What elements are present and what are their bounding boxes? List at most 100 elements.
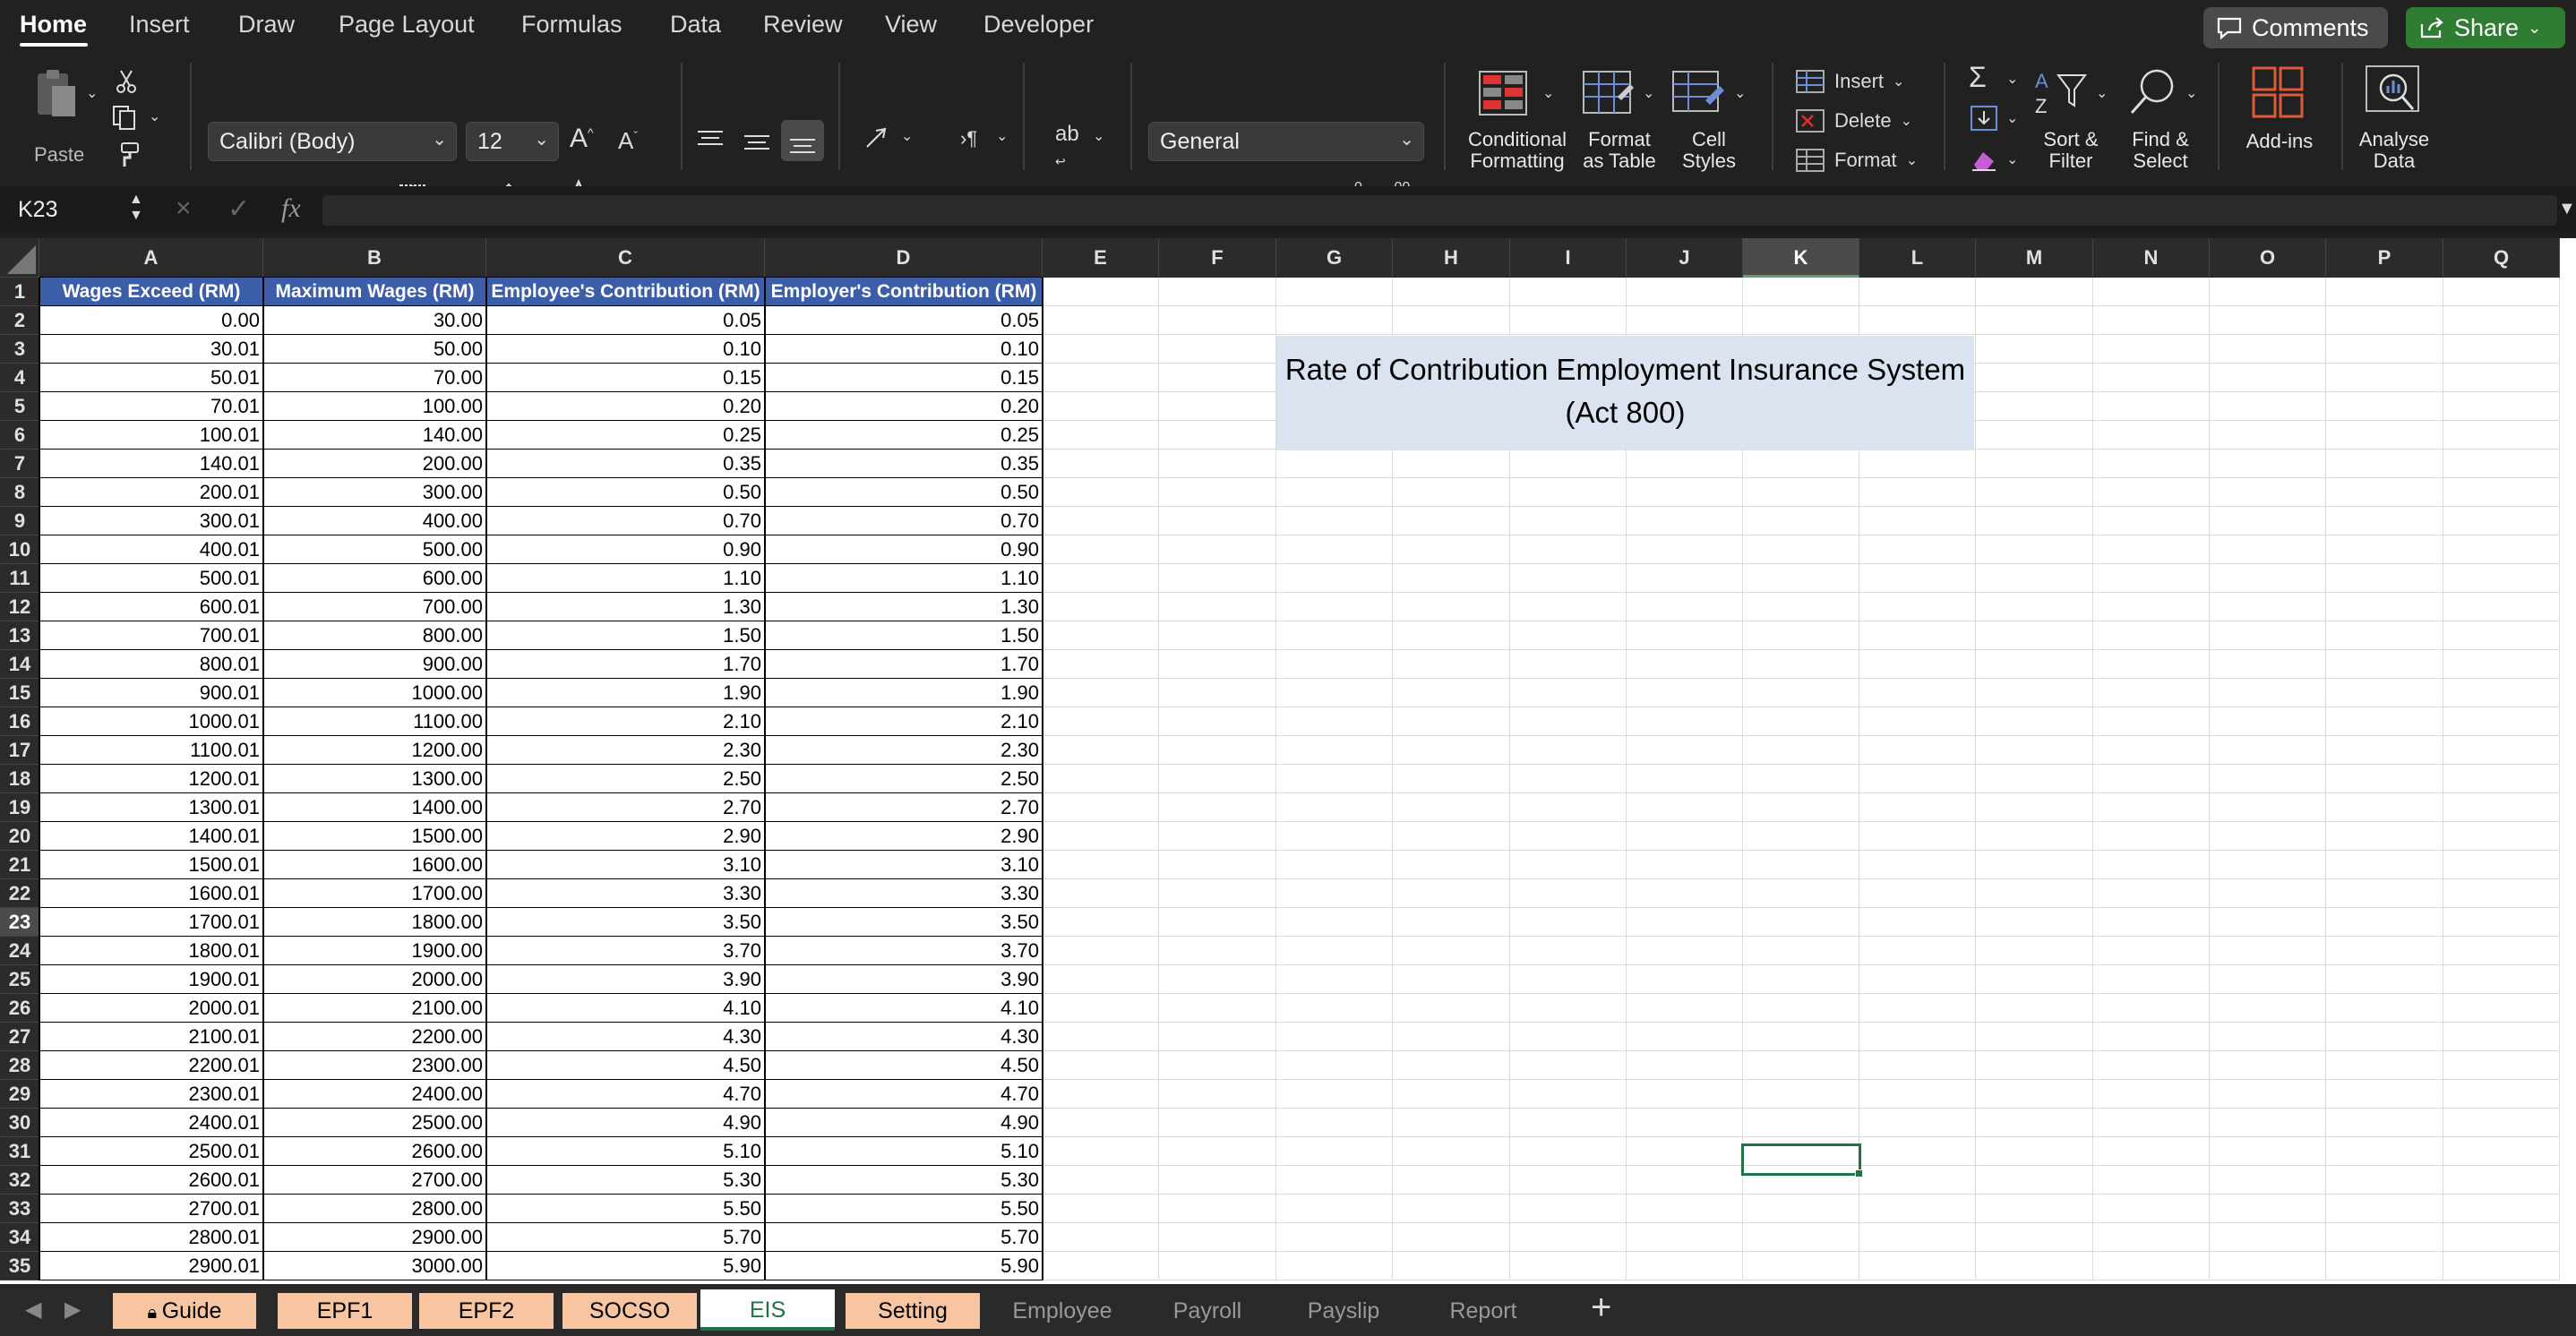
column-header-c[interactable]: C	[486, 238, 765, 278]
column-header-l[interactable]: L	[1859, 238, 1976, 278]
table-cell[interactable]: 5.10	[765, 1137, 1043, 1166]
column-header-m[interactable]: M	[1976, 238, 2093, 278]
table-cell[interactable]: 0.90	[765, 535, 1043, 564]
row-header[interactable]: 5	[0, 392, 39, 421]
share-button[interactable]: Share ⌄	[2406, 7, 2565, 48]
table-cell[interactable]: 4.30	[486, 1023, 765, 1051]
table-header-cell[interactable]: Employee's Contribution (RM)	[486, 278, 765, 306]
table-cell[interactable]: 0.70	[486, 507, 765, 535]
row-header[interactable]: 24	[0, 937, 39, 965]
table-header-cell[interactable]: Wages Exceed (RM)	[39, 278, 263, 306]
table-cell[interactable]: 300.00	[263, 478, 486, 507]
table-cell[interactable]: 1800.01	[39, 937, 263, 965]
table-cell[interactable]: 1300.01	[39, 793, 263, 822]
scroll-tabs-left-icon[interactable]: ◀	[25, 1297, 41, 1323]
fill-handle[interactable]	[1855, 1169, 1863, 1178]
table-cell[interactable]: 0.15	[486, 364, 765, 392]
table-header-cell[interactable]: Maximum Wages (RM)	[263, 278, 486, 306]
sort-filter-icon[interactable]: AZ	[2033, 68, 2091, 118]
comments-button[interactable]: Comments	[2203, 7, 2388, 48]
table-cell[interactable]: 0.20	[765, 392, 1043, 421]
table-cell[interactable]: 1800.00	[263, 908, 486, 937]
table-cell[interactable]: 1200.01	[39, 765, 263, 793]
align-bottom-button[interactable]	[781, 120, 824, 161]
column-header-k[interactable]: K	[1743, 238, 1859, 278]
table-cell[interactable]: 0.70	[765, 507, 1043, 535]
table-cell[interactable]: 200.01	[39, 478, 263, 507]
name-box-stepper-icon[interactable]: ▲ ▼	[129, 192, 143, 224]
decrease-font-size-icon[interactable]: Aˇ	[618, 127, 638, 155]
table-cell[interactable]: 0.15	[765, 364, 1043, 392]
table-cell[interactable]: 2600.00	[263, 1137, 486, 1166]
row-header[interactable]: 22	[0, 879, 39, 908]
row-header[interactable]: 19	[0, 793, 39, 822]
table-cell[interactable]: 800.01	[39, 650, 263, 679]
table-cell[interactable]: 400.00	[263, 507, 486, 535]
chevron-down-icon[interactable]: ⌄	[2006, 70, 2018, 88]
add-ins-label[interactable]: Add-ins	[2237, 131, 2322, 152]
row-header[interactable]: 16	[0, 707, 39, 736]
sheet-tab-eis[interactable]: EIS	[700, 1289, 835, 1331]
fill-down-icon[interactable]	[1969, 104, 1999, 133]
table-cell[interactable]: 100.00	[263, 392, 486, 421]
table-cell[interactable]: 2100.00	[263, 994, 486, 1023]
table-cell[interactable]: 2.90	[486, 822, 765, 851]
sheet-tab-epf2[interactable]: EPF2	[419, 1293, 554, 1329]
chevron-down-icon[interactable]: ⌄	[1542, 84, 1554, 102]
table-cell[interactable]: 2800.00	[263, 1195, 486, 1223]
row-header[interactable]: 25	[0, 965, 39, 994]
table-cell[interactable]: 900.01	[39, 679, 263, 707]
table-cell[interactable]: 140.01	[39, 450, 263, 478]
table-cell[interactable]: 2.50	[765, 765, 1043, 793]
table-cell[interactable]: 2500.00	[263, 1109, 486, 1137]
table-cell[interactable]: 2900.01	[39, 1252, 263, 1280]
align-middle-icon[interactable]	[742, 129, 772, 156]
table-cell[interactable]: 5.90	[486, 1252, 765, 1280]
table-cell[interactable]: 4.10	[765, 994, 1043, 1023]
table-cell[interactable]: 2300.01	[39, 1080, 263, 1109]
table-cell[interactable]: 1.30	[765, 593, 1043, 621]
sheet-tab-employee[interactable]: Employee	[989, 1293, 1136, 1329]
format-as-table-icon[interactable]	[1582, 70, 1636, 116]
table-cell[interactable]: 1200.00	[263, 736, 486, 765]
table-cell[interactable]: 2400.00	[263, 1080, 486, 1109]
tab-data[interactable]: Data	[670, 11, 721, 39]
row-header[interactable]: 26	[0, 994, 39, 1023]
table-cell[interactable]: 0.25	[765, 421, 1043, 450]
table-cell[interactable]: 2.10	[765, 707, 1043, 736]
column-header-n[interactable]: N	[2093, 238, 2210, 278]
format-cells-button[interactable]: Format ⌄	[1795, 145, 1918, 176]
row-header[interactable]: 23	[0, 908, 39, 937]
table-cell[interactable]: 5.50	[486, 1195, 765, 1223]
column-header-j[interactable]: J	[1627, 238, 1743, 278]
table-cell[interactable]: 3.10	[486, 851, 765, 879]
table-cell[interactable]: 500.00	[263, 535, 486, 564]
column-header-d[interactable]: D	[765, 238, 1043, 278]
table-cell[interactable]: 1700.00	[263, 879, 486, 908]
search-icon[interactable]	[2126, 66, 2182, 116]
table-cell[interactable]: 1600.00	[263, 851, 486, 879]
table-cell[interactable]: 4.90	[486, 1109, 765, 1137]
table-cell[interactable]: 3.70	[765, 937, 1043, 965]
tab-view[interactable]: View	[885, 11, 937, 39]
row-header[interactable]: 4	[0, 364, 39, 392]
table-cell[interactable]: 5.30	[486, 1166, 765, 1195]
table-cell[interactable]: 400.01	[39, 535, 263, 564]
column-header-b[interactable]: B	[263, 238, 486, 278]
table-cell[interactable]: 0.90	[486, 535, 765, 564]
analyse-data-icon[interactable]	[2365, 64, 2424, 122]
table-cell[interactable]: 5.70	[765, 1223, 1043, 1252]
cell-styles-icon[interactable]	[1671, 70, 1727, 116]
copy-icon[interactable]	[111, 104, 142, 131]
format-painter-icon[interactable]	[111, 141, 142, 168]
table-cell[interactable]: 3.50	[765, 908, 1043, 937]
table-cell[interactable]: 2000.00	[263, 965, 486, 994]
table-cell[interactable]: 0.00	[39, 306, 263, 335]
add-sheet-icon[interactable]: +	[1591, 1288, 1611, 1328]
row-header[interactable]: 6	[0, 421, 39, 450]
table-cell[interactable]: 500.01	[39, 564, 263, 593]
tab-review[interactable]: Review	[763, 11, 843, 39]
font-name-select[interactable]: Calibri (Body) ⌄	[208, 122, 457, 161]
table-cell[interactable]: 1.70	[765, 650, 1043, 679]
table-cell[interactable]: 2800.01	[39, 1223, 263, 1252]
